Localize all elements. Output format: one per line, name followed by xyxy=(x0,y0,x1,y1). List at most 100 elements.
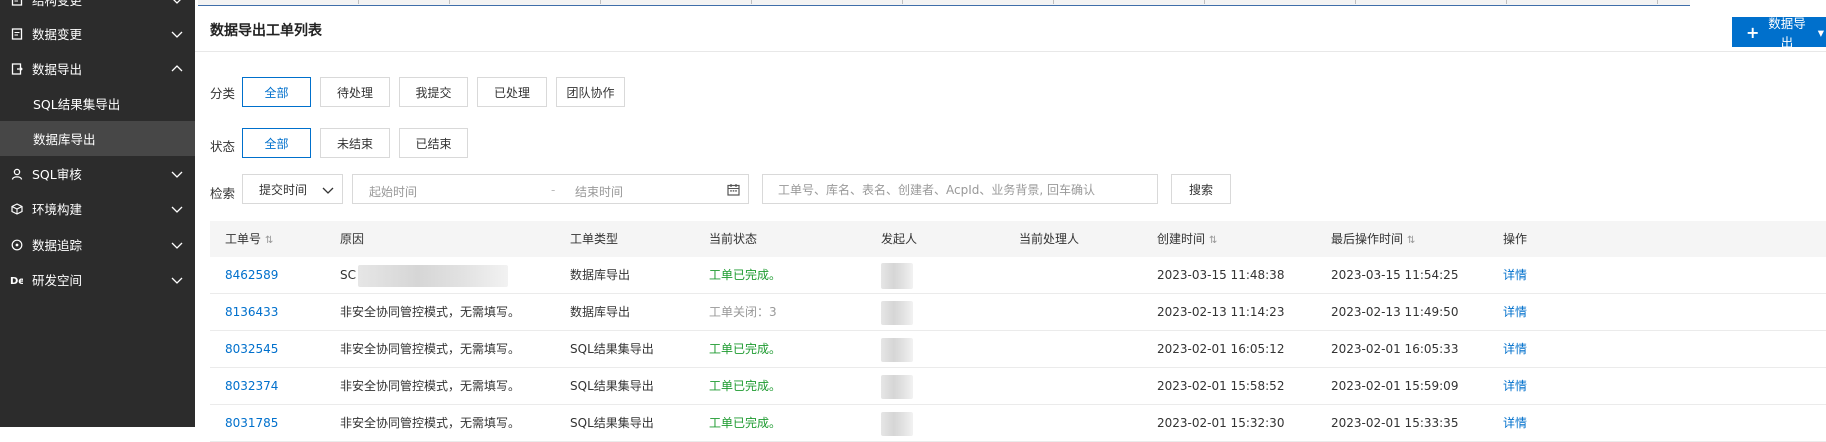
keyword-search-input[interactable]: 工单号、库名、表名、创建者、AcpId、业务背景, 回车确认 xyxy=(762,174,1158,204)
start-time-input[interactable]: 起始时间 xyxy=(369,183,417,200)
svg-text:De: De xyxy=(10,276,23,286)
caret-down-icon: ▾ xyxy=(1817,24,1824,40)
sidebar-subitem-database-export[interactable]: 数据库导出 xyxy=(0,121,195,156)
created-time-cell: 2023-02-13 11:14:23 xyxy=(1157,305,1285,319)
status-tab-open[interactable]: 未结束 xyxy=(320,128,390,158)
sidebar-item-sql-review[interactable]: SQL审核 xyxy=(0,156,195,191)
sidebar-item-label: 数据变更 xyxy=(32,27,83,42)
data-export-button[interactable]: + 数据导出 ▾ xyxy=(1732,16,1826,50)
status-cell: 工单关闭：3 xyxy=(709,305,777,319)
sidebar-item-data-change[interactable]: 数据变更 xyxy=(0,16,195,51)
type-cell: SQL结果集导出 xyxy=(570,379,654,393)
date-separator: - xyxy=(551,183,556,197)
table-row: 8136433 非安全协同管控模式，无需填写。 数据库导出 工单关闭：3 202… xyxy=(210,294,1826,331)
category-tab-team[interactable]: 团队协作 xyxy=(556,77,625,107)
sidebar-item-data-tracking[interactable]: 数据追踪 xyxy=(0,227,195,262)
updated-time-cell: 2023-02-01 15:33:35 xyxy=(1331,416,1459,430)
updated-time-cell: 2023-02-13 11:49:50 xyxy=(1331,305,1459,319)
sidebar-item-label: SQL审核 xyxy=(32,167,82,182)
chevron-down-icon xyxy=(322,187,334,194)
sidebar-item-dev-space[interactable]: De 研发空间 xyxy=(0,262,195,297)
sidebar-item-label: 数据导出 xyxy=(32,62,83,77)
created-time-cell: 2023-02-01 15:32:30 xyxy=(1157,416,1285,430)
chevron-down-icon xyxy=(171,171,183,178)
search-label: 检索 xyxy=(210,186,236,201)
type-cell: 数据库导出 xyxy=(570,305,631,319)
end-time-input[interactable]: 结束时间 xyxy=(575,183,623,200)
column-header-created[interactable]: 创建时间 ⇅ xyxy=(1157,221,1217,257)
column-header-updated[interactable]: 最后操作时间 ⇅ xyxy=(1331,221,1415,257)
column-header-id[interactable]: 工单号 ⇅ xyxy=(225,221,273,257)
sidebar-subitem-sql-result-export[interactable]: SQL结果集导出 xyxy=(0,86,195,121)
date-range-picker[interactable]: 起始时间 - 结束时间 xyxy=(352,174,749,204)
details-link[interactable]: 详情 xyxy=(1503,294,1527,330)
column-header-type: 工单类型 xyxy=(570,232,619,246)
table-row: 8032374 非安全协同管控模式，无需填写。 SQL结果集导出 工单已完成。 … xyxy=(210,368,1826,405)
initiator-avatar xyxy=(881,368,913,404)
sidebar-item-label: 数据追踪 xyxy=(32,238,83,253)
work-order-id-link[interactable]: 8032374 xyxy=(225,368,278,404)
work-order-id-link[interactable]: 8031785 xyxy=(225,405,278,441)
chevron-down-icon xyxy=(171,242,183,249)
details-link[interactable]: 详情 xyxy=(1503,257,1527,293)
redacted-text xyxy=(358,264,508,287)
work-order-id-link[interactable]: 8136433 xyxy=(225,294,278,330)
table-row: 8462589 SC 数据库导出 工单已完成。 2023-03-15 11:48… xyxy=(210,257,1826,294)
sidebar-subitem-label: SQL结果集导出 xyxy=(33,97,121,112)
chevron-up-icon xyxy=(171,64,183,71)
reason-cell: 非安全协同管控模式，无需填写。 xyxy=(340,379,521,393)
category-tab-all[interactable]: 全部 xyxy=(242,77,311,107)
reason-cell: 非安全协同管控模式，无需填写。 xyxy=(340,305,521,319)
details-link[interactable]: 详情 xyxy=(1503,405,1527,441)
initiator-avatar xyxy=(881,405,913,441)
status-cell: 工单已完成。 xyxy=(709,342,782,356)
search-button[interactable]: 搜索 xyxy=(1171,174,1231,204)
status-tab-all[interactable]: 全部 xyxy=(242,128,311,158)
status-label: 状态 xyxy=(210,139,236,154)
status-tab-closed[interactable]: 已结束 xyxy=(399,128,468,158)
sidebar-item-label: 研发空间 xyxy=(32,273,83,288)
sidebar-subitem-label: 数据库导出 xyxy=(33,132,96,147)
sidebar-item-schema-change[interactable]: 结构变更 xyxy=(0,0,195,17)
table-row: 8032545 非安全协同管控模式，无需填写。 SQL结果集导出 工单已完成。 … xyxy=(210,331,1826,368)
details-link[interactable]: 详情 xyxy=(1503,368,1527,404)
work-order-id-link[interactable]: 8462589 xyxy=(225,257,278,293)
reason-cell: 非安全协同管控模式，无需填写。 xyxy=(340,416,521,430)
created-time-cell: 2023-02-01 16:05:12 xyxy=(1157,342,1285,356)
category-tab-processed[interactable]: 已处理 xyxy=(477,77,547,107)
table-row: 8031785 非安全协同管控模式，无需填写。 SQL结果集导出 工单已完成。 … xyxy=(210,405,1826,442)
sidebar-item-env-build[interactable]: 环境构建 xyxy=(0,191,195,226)
column-header-status: 当前状态 xyxy=(709,232,758,246)
export-icon xyxy=(10,62,23,75)
time-field-value: 提交时间 xyxy=(259,182,308,197)
data-export-button-label: 数据导出 xyxy=(1768,16,1806,50)
table-header: 工单号 ⇅ 原因 工单类型 当前状态 发起人 当前处理人 创建时间 ⇅ 最后操作时间… xyxy=(210,221,1826,257)
category-tab-submitted[interactable]: 我提交 xyxy=(399,77,468,107)
reason-cell: 非安全协同管控模式，无需填写。 xyxy=(340,342,521,356)
type-cell: 数据库导出 xyxy=(570,268,631,282)
created-time-cell: 2023-02-01 15:58:52 xyxy=(1157,379,1285,393)
initiator-avatar xyxy=(881,294,913,330)
work-order-id-link[interactable]: 8032545 xyxy=(225,331,278,367)
type-cell: SQL结果集导出 xyxy=(570,342,654,356)
time-field-select[interactable]: 提交时间 xyxy=(242,174,343,204)
chevron-down-icon xyxy=(171,31,183,38)
created-time-cell: 2023-03-15 11:48:38 xyxy=(1157,268,1285,282)
chevron-down-icon xyxy=(171,206,183,213)
column-header-reason: 原因 xyxy=(340,232,365,246)
type-cell: SQL结果集导出 xyxy=(570,416,654,430)
sidebar-item-label: 结构变更 xyxy=(32,0,83,8)
column-header-initiator: 发起人 xyxy=(881,232,918,246)
initiator-avatar xyxy=(881,331,913,367)
doc-icon xyxy=(10,27,23,40)
sort-icon[interactable]: ⇅ xyxy=(265,223,273,259)
top-scroll-strip xyxy=(198,0,1690,6)
category-tab-pending[interactable]: 待处理 xyxy=(320,77,390,107)
sidebar-item-data-export[interactable]: 数据导出 xyxy=(0,51,195,86)
sort-icon[interactable]: ⇅ xyxy=(1209,223,1217,259)
sort-icon[interactable]: ⇅ xyxy=(1407,223,1415,259)
details-link[interactable]: 详情 xyxy=(1503,331,1527,367)
reason-cell: SC xyxy=(340,257,508,293)
sidebar-item-label: 环境构建 xyxy=(32,202,83,217)
doc-icon xyxy=(10,0,23,6)
